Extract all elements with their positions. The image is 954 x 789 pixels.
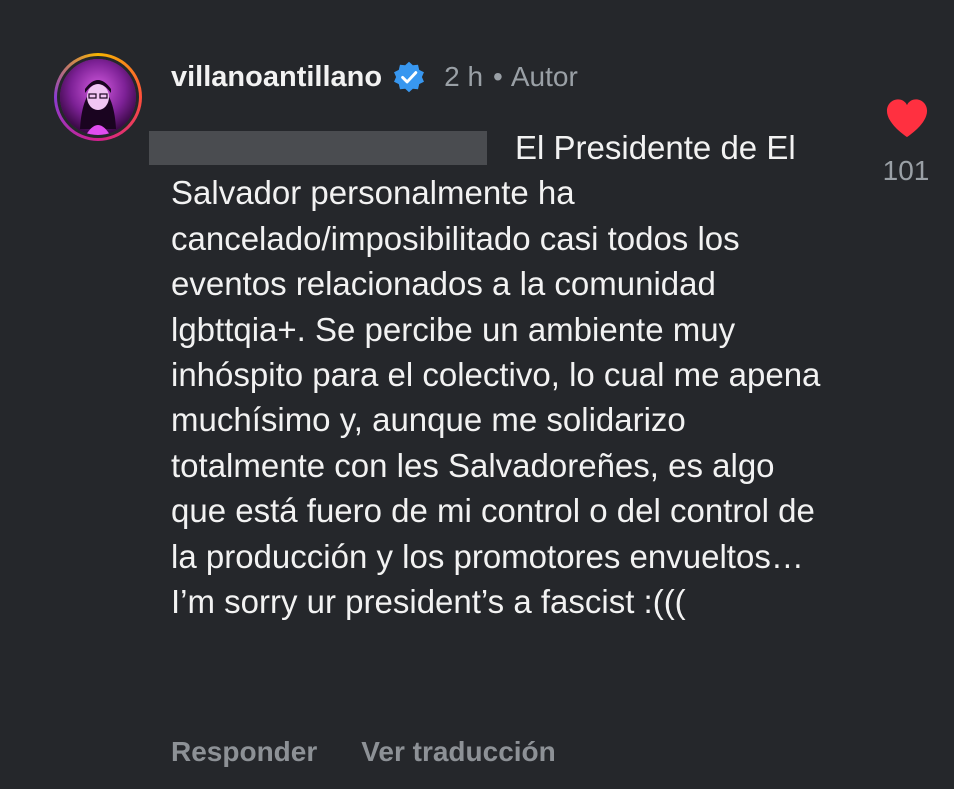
redacted-mention [149, 131, 487, 165]
verified-badge-icon [394, 61, 425, 93]
translate-button[interactable]: Ver traducción [361, 736, 556, 768]
username[interactable]: villanoantillano [171, 61, 382, 94]
comment-header: villanoantillano 2 h • Autor [171, 58, 578, 96]
heart-icon[interactable] [884, 97, 930, 139]
separator-dot: • [493, 61, 503, 92]
avatar [60, 59, 136, 135]
comment-body: El Presidente de El Salvador personalmen… [149, 125, 831, 624]
comment-timestamp: 2 h [444, 61, 484, 92]
avatar-story-ring[interactable] [54, 53, 142, 141]
author-label: Autor [510, 61, 578, 92]
comment-text: El Presidente de El Salvador personalmen… [171, 129, 821, 621]
avatar-frame [57, 56, 139, 138]
reply-button[interactable]: Responder [171, 736, 317, 768]
comment-actions: Responder Ver traducción [171, 736, 556, 768]
like-count: 101 [882, 155, 930, 186]
